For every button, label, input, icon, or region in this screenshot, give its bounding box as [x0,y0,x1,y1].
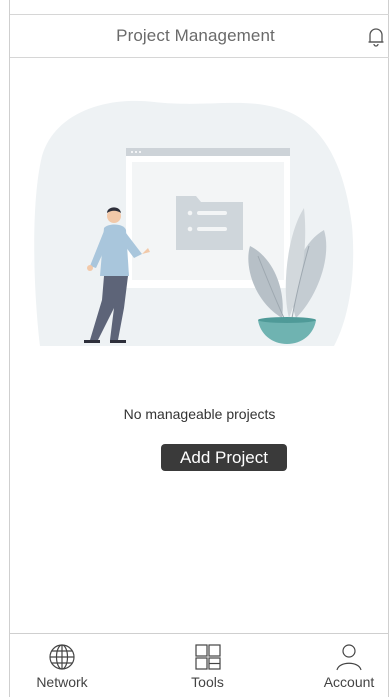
tab-network-label: Network [36,674,88,690]
folder-icon [176,196,243,250]
bell-icon[interactable] [367,27,385,47]
empty-state-message: No manageable projects [123,406,276,422]
tab-network[interactable]: Network [22,634,102,697]
globe-icon [49,644,75,670]
tab-account[interactable]: Account [309,634,389,697]
grid-icon [194,644,221,670]
tab-tools[interactable]: Tools [168,634,248,697]
person-icon [336,644,362,671]
empty-state-illustration [34,100,354,346]
project-management-screen: Project Management No manageable project… [0,0,389,697]
bottom-tab-bar: Network Tools Account [10,633,389,697]
header-bar: Project Management [10,14,389,58]
frame-divider-left [9,0,10,697]
tab-account-label: Account [323,674,375,690]
add-project-button[interactable]: Add Project [161,444,287,471]
tab-tools-label: Tools [191,674,224,690]
page-title: Project Management [116,26,275,45]
browser-window-titlebar [126,148,290,156]
